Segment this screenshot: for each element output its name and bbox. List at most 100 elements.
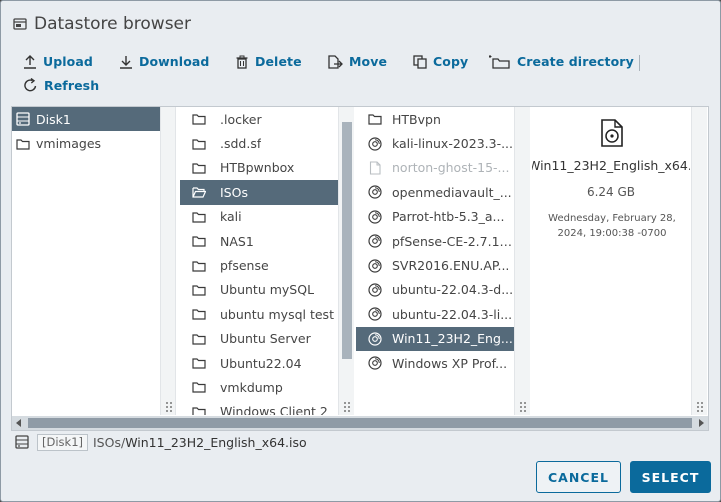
refresh-icon (24, 78, 37, 92)
folder-icon (16, 137, 30, 151)
preview-file-name: Win11_23H2_English_x64.iso (532, 158, 690, 173)
folder-item[interactable]: vmkdump (180, 375, 338, 399)
disc-image-icon (368, 185, 382, 199)
datastore-list-scrollbar[interactable] (160, 107, 176, 415)
folder-item[interactable]: ubuntu mysql test (180, 302, 338, 326)
move-button[interactable]: Move (327, 54, 387, 69)
folder-list-scrollbar[interactable] (338, 107, 354, 415)
file-item-label: Win11_23H2_Eng... (392, 331, 513, 347)
folder-icon (192, 380, 206, 394)
copy-label: Copy (433, 54, 469, 69)
folder-item-label: Windows Client 2 (220, 404, 328, 415)
datastore-item[interactable]: vmimages (12, 131, 160, 155)
folder-item[interactable]: pfsense (180, 253, 338, 277)
datastore-list: Disk1 vmimages (12, 107, 160, 415)
file-item[interactable]: openmediavault_... (356, 180, 514, 204)
folder-icon (192, 259, 206, 273)
folder-icon (368, 112, 382, 126)
path-datastore: [Disk1] (37, 433, 88, 451)
download-icon (120, 55, 132, 69)
folder-item-label: Ubuntu Server (220, 331, 311, 347)
select-button[interactable]: SELECT (630, 461, 711, 493)
cancel-button[interactable]: CANCEL (536, 461, 621, 493)
file-item[interactable]: Win11_23H2_Eng... (356, 326, 514, 351)
copy-icon (413, 54, 427, 69)
folder-item-label: Ubuntu mySQL (220, 282, 315, 298)
file-preview: Win11_23H2_English_x64.iso 6.24 GB Wedne… (532, 107, 690, 415)
folder-list: .locker .sdd.sf HTBpwnbox ISOs kali NAS1 pfsen… (180, 107, 338, 415)
path-file: Win11_23H2_English_x64.iso (125, 434, 307, 450)
folder-item-label: vmkdump (220, 379, 283, 395)
preview-modified-date: Wednesday, February 28, 2024, 19:00:38 -… (548, 213, 676, 239)
folder-item[interactable]: .locker (180, 107, 338, 131)
folder-item-label: .locker (220, 111, 262, 127)
disc-image-icon (368, 234, 382, 248)
horizontal-scrollbar[interactable] (12, 416, 708, 430)
file-item[interactable]: kali-linux-2023.3-... (356, 131, 514, 155)
resize-grip-icon[interactable] (342, 401, 352, 413)
download-button[interactable]: Download (119, 54, 209, 69)
delete-button[interactable]: Delete (235, 54, 302, 69)
path-directory: ISOs/ (93, 434, 126, 450)
file-item[interactable]: ubuntu-22.04.3-li... (356, 302, 514, 326)
iso-file-icon (601, 119, 623, 147)
folder-item[interactable]: Windows Client 2 (180, 400, 338, 415)
toolbar-divider (639, 55, 640, 71)
file-item[interactable]: norton-ghost-15-... (356, 156, 514, 180)
refresh-button[interactable]: Refresh (23, 78, 99, 93)
folder-item[interactable]: .sdd.sf (180, 131, 338, 155)
file-item-label: norton-ghost-15-... (392, 160, 510, 176)
folder-item-label: kali (220, 209, 242, 225)
horizontal-scroll-thumb[interactable] (28, 418, 692, 428)
folder-item[interactable]: Ubuntu22.04 (180, 351, 338, 375)
file-item[interactable]: pfSense-CE-2.7.1-... (356, 229, 514, 253)
upload-icon (24, 54, 36, 69)
folder-item-label: .sdd.sf (220, 136, 262, 152)
datastore-item[interactable]: Disk1 (12, 107, 160, 132)
copy-button[interactable]: Copy (413, 54, 468, 69)
preview-scrollbar[interactable] (691, 107, 707, 415)
new-folder-icon (489, 55, 510, 69)
file-item[interactable]: Parrot-htb-5.3_a... (356, 205, 514, 229)
folder-icon (192, 161, 206, 175)
folder-open-icon (192, 185, 207, 199)
scroll-right-icon[interactable] (699, 419, 704, 427)
disc-image-icon (368, 356, 382, 370)
file-item-label: kali-linux-2023.3-... (392, 136, 514, 152)
datastore-icon (16, 112, 30, 126)
file-item[interactable]: Windows XP Prof... (356, 351, 514, 375)
folder-item[interactable]: HTBpwnbox (180, 156, 338, 180)
create-directory-button[interactable]: Create directory (489, 54, 634, 69)
folder-icon (192, 283, 206, 297)
preview-file-size: 6.24 GB (586, 185, 636, 199)
datastore-item-label: Disk1 (36, 111, 71, 127)
folder-item[interactable]: Ubuntu mySQL (180, 278, 338, 302)
folder-icon (192, 405, 206, 415)
delete-label: Delete (255, 54, 302, 69)
file-list: HTBvpn kali-linux-2023.3-... norton-ghost-… (356, 107, 514, 415)
resize-grip-icon[interactable] (695, 401, 705, 413)
folder-item-label: ISOs (220, 184, 248, 200)
folder-item[interactable]: NAS1 (180, 229, 338, 253)
file-list-scrollbar[interactable] (514, 107, 530, 415)
file-browser-panel: Disk1 vmimages .locker .sdd.sf HTBpwnbox ISO… (11, 106, 709, 431)
folder-item[interactable]: ISOs (180, 180, 338, 205)
scroll-left-icon[interactable] (16, 419, 21, 427)
folder-icon (192, 234, 206, 248)
upload-button[interactable]: Upload (23, 54, 93, 69)
resize-grip-icon[interactable] (164, 401, 174, 413)
create-directory-label: Create directory (517, 54, 634, 69)
file-item[interactable]: SVR2016.ENU.AP... (356, 253, 514, 277)
file-item[interactable]: ubuntu-22.04.3-d... (356, 278, 514, 302)
refresh-label: Refresh (44, 78, 100, 93)
move-label: Move (349, 54, 388, 69)
upload-label: Upload (43, 54, 93, 69)
disc-image-icon (368, 210, 382, 224)
folder-item[interactable]: kali (180, 205, 338, 229)
resize-grip-icon[interactable] (518, 401, 528, 413)
folder-icon (192, 112, 206, 126)
folder-item[interactable]: Ubuntu Server (180, 327, 338, 351)
folder-list-scroll-thumb[interactable] (342, 122, 352, 359)
file-item-label: SVR2016.ENU.AP... (392, 258, 510, 274)
file-item[interactable]: HTBvpn (356, 107, 514, 131)
